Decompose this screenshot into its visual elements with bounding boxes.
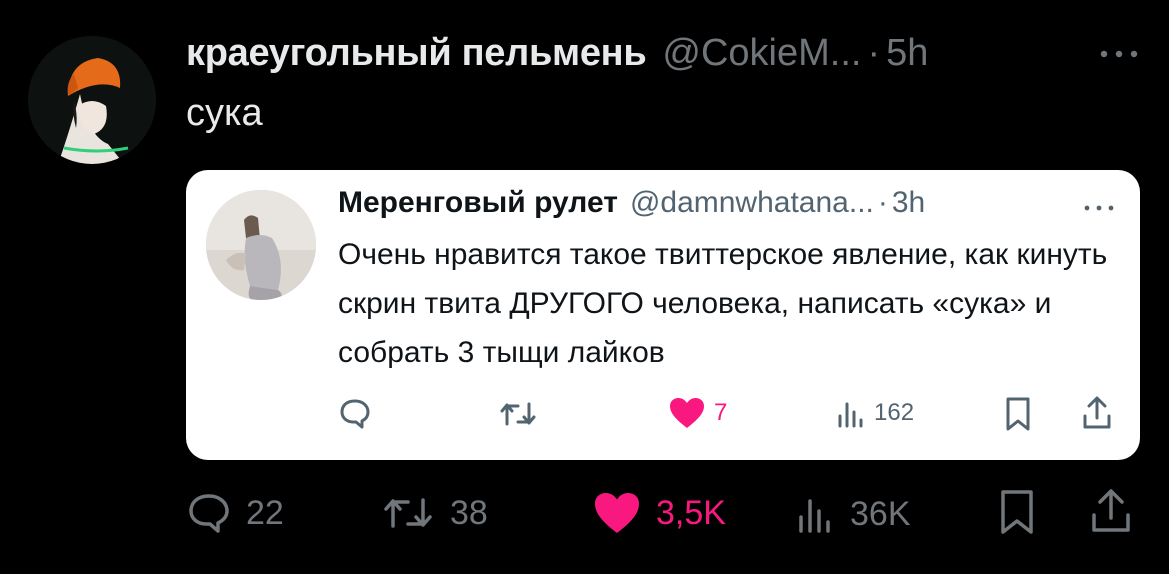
quoted-tweet-text: Очень нравится такое твиттерское явление… <box>338 238 1108 369</box>
author-avatar[interactable] <box>28 36 156 164</box>
heart-icon <box>592 490 642 536</box>
quoted-tweet-card[interactable]: Меренговый рулет @damnwhatana... · 3h Оч… <box>186 170 1140 460</box>
views-count: 36K <box>850 494 911 533</box>
retweet-button[interactable]: 38 <box>380 492 488 534</box>
quoted-reply-button[interactable] <box>338 396 372 430</box>
views-icon <box>796 494 836 534</box>
reply-button[interactable]: 22 <box>186 490 284 536</box>
quoted-tweet-time[interactable]: 3h <box>892 186 925 220</box>
quoted-views-button[interactable]: 162 <box>836 398 914 428</box>
bookmark-icon <box>1004 396 1032 432</box>
quoted-author-handle[interactable]: @damnwhatana... <box>630 186 874 220</box>
author-avatar-image <box>28 36 156 164</box>
quoted-retweet-button[interactable] <box>498 398 538 430</box>
like-button[interactable]: 3,5K <box>592 490 726 536</box>
quoted-more-icon[interactable] <box>1082 202 1116 214</box>
quoted-author-avatar[interactable] <box>206 190 316 300</box>
tweet-header: краеугольный пельмень @CokieM... · 5h <box>186 32 928 84</box>
reply-icon <box>338 396 372 430</box>
views-icon <box>836 398 866 428</box>
more-icon[interactable] <box>1096 42 1142 66</box>
share-button[interactable] <box>1090 488 1132 534</box>
quoted-avatar-image <box>206 190 316 300</box>
tweet-time[interactable]: 5h <box>886 32 928 75</box>
quoted-separator-dot: · <box>877 186 888 219</box>
like-count: 3,5K <box>656 493 726 532</box>
bookmark-icon <box>998 488 1036 536</box>
reply-count: 22 <box>246 493 284 532</box>
quoted-bookmark-button[interactable] <box>1004 396 1032 432</box>
quoted-views-count: 162 <box>874 399 915 426</box>
quoted-tweet-header: Меренговый рулет @damnwhatana... · 3h <box>338 186 925 220</box>
heart-icon <box>668 396 706 430</box>
quoted-like-count: 7 <box>714 399 728 426</box>
retweet-count: 38 <box>450 493 488 532</box>
share-icon <box>1082 396 1112 430</box>
separator-dot: · <box>867 32 881 74</box>
tweet-text: сука <box>186 92 263 134</box>
quoted-share-button[interactable] <box>1082 396 1112 430</box>
quoted-author-name[interactable]: Меренговый рулет <box>338 186 618 220</box>
bookmark-button[interactable] <box>998 488 1036 536</box>
quoted-like-button[interactable]: 7 <box>668 396 727 430</box>
author-handle[interactable]: @CokieM... <box>662 32 861 75</box>
author-name[interactable]: краеугольный пельмень <box>186 32 647 75</box>
retweet-icon <box>498 398 538 430</box>
reply-icon <box>186 490 232 536</box>
share-icon <box>1090 488 1132 534</box>
views-button[interactable]: 36K <box>796 494 911 534</box>
retweet-icon <box>380 492 436 534</box>
